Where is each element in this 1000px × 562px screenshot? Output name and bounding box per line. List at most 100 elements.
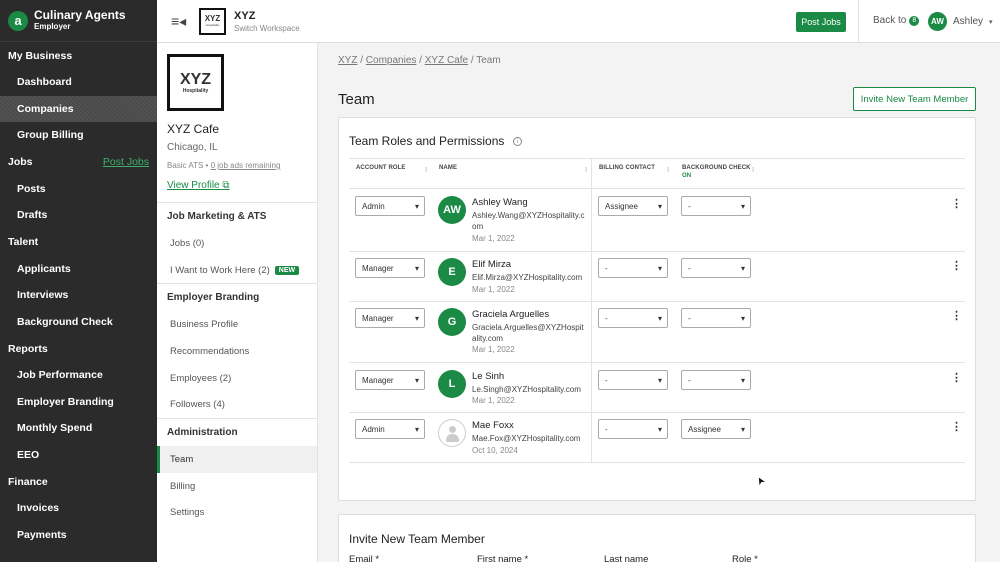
nav-item-drafts[interactable]: Drafts [0,202,157,229]
nav-item-monthly-spend[interactable]: Monthly Spend [0,415,157,442]
nav-item-employer-branding[interactable]: Employer Branding [0,389,157,416]
user-avatar: AW [928,12,947,31]
row-actions-icon[interactable]: ⋮ [951,259,962,272]
workspace-logo[interactable]: XYZ Hospitality [199,7,226,35]
nav-item-eeo[interactable]: EEO [0,442,157,469]
column-header-account-role: ACCOUNT ROLE [356,165,406,171]
nav-item-dashboard[interactable]: Dashboard [0,69,157,96]
nav-item-invoices[interactable]: Invoices [0,495,157,522]
top-bar: ≡◂ XYZ Hospitality XYZ Switch Workspace … [157,0,1000,43]
team-roles-card: Team Roles and Permissions i ACCOUNT ROL… [338,117,976,501]
company-nav-recommendations[interactable]: Recommendations [157,338,317,365]
row-actions-icon[interactable]: ⋮ [951,420,962,433]
billing-contact-select[interactable]: - [598,258,668,278]
first-name-label: First name * [477,554,529,562]
company-logo-text: XYZ [179,70,212,88]
last-name-label: Last name [604,554,649,562]
account-role-select[interactable]: Manager [355,258,425,278]
invite-team-member-button[interactable]: Invite New Team Member [853,87,976,111]
billing-contact-select[interactable]: - [598,370,668,390]
breadcrumb-separator: / [416,55,425,66]
billing-contact-select[interactable]: - [598,308,668,328]
row-divider [349,412,965,413]
default-avatar-icon [438,419,466,447]
nav-section-finance: Finance [8,475,48,488]
row-actions-icon[interactable]: ⋮ [951,309,962,322]
breadcrumb-xyz[interactable]: XYZ [338,55,357,66]
switch-workspace-label: Switch Workspace [234,23,300,33]
account-role-select[interactable]: Manager [355,370,425,390]
breadcrumb-cafe[interactable]: XYZ Cafe [425,55,468,66]
breadcrumb-separator: / [357,55,366,66]
nav-section-jobs: Jobs Post Jobs [0,149,157,176]
background-check-select[interactable]: - [681,370,751,390]
column-resize-handle[interactable]: ⁝ [752,166,754,174]
main-navigation: a Culinary Agents Employer My Business D… [0,0,157,562]
nav-section-jobs-label: Jobs [8,156,33,168]
workspace-logo-text: XYZ [204,14,221,23]
member-email: Le.Singh@XYZHospitality.com [472,385,581,394]
company-nav-jobs[interactable]: Jobs (0) [157,230,317,257]
company-nav-employees[interactable]: Employees (2) [157,365,317,392]
external-link-icon: ⧉ [222,180,230,191]
nav-item-job-performance[interactable]: Job Performance [0,362,157,389]
avatar: L [438,370,466,398]
row-actions-icon[interactable]: ⋮ [951,197,962,210]
company-plan: Basic ATS • 0 job ads remaining [167,161,280,170]
invite-member-title: Invite New Team Member [349,532,485,546]
new-badge: NEW [274,265,300,275]
info-icon[interactable]: i [512,137,522,147]
company-nav-followers[interactable]: Followers (4) [157,391,317,418]
column-resize-handle[interactable]: ⁝ [667,166,669,174]
background-check-select[interactable]: Assignee [681,419,751,439]
table-border [349,158,965,159]
nav-item-applicants[interactable]: Applicants [0,256,157,283]
member-email: Mae.Fox@XYZHospitality.com [472,434,581,443]
background-check-select[interactable]: - [681,308,751,328]
company-nav-business-profile[interactable]: Business Profile [157,311,317,338]
column-divider [591,158,592,463]
nav-item-interviews[interactable]: Interviews [0,282,157,309]
row-actions-icon[interactable]: ⋮ [951,371,962,384]
account-role-select[interactable]: Manager [355,308,425,328]
row-divider [349,251,965,252]
nav-item-group-billing[interactable]: Group Billing [0,122,157,149]
background-check-select[interactable]: - [681,258,751,278]
nav-item-posts[interactable]: Posts [0,176,157,203]
view-profile-link[interactable]: View Profile ⧉ [167,180,230,191]
job-ads-remaining-link[interactable]: 0 job ads remaining [211,161,281,170]
back-to-label: Back to [873,15,907,26]
brand[interactable]: a Culinary Agents Employer [0,0,157,42]
company-nav-settings[interactable]: Settings [157,500,317,527]
email-label: Email * [349,554,380,562]
nav-item-background-check[interactable]: Background Check [0,309,157,336]
billing-contact-select[interactable]: - [598,419,668,439]
company-logo-subtext: Hospitality [182,87,209,94]
company-nav-team[interactable]: Team [157,446,317,473]
billing-contact-select[interactable]: Assignee [598,196,668,216]
company-nav-billing[interactable]: Billing [157,473,317,500]
column-resize-handle[interactable]: ⁝ [425,166,427,174]
nav-post-jobs-link[interactable]: Post Jobs [103,156,149,168]
workspace-switcher[interactable]: XYZ Switch Workspace [234,10,300,33]
column-header-background-check: BACKGROUND CHECK ON [682,165,751,179]
brand-sub: Employer [34,21,71,31]
breadcrumb-companies[interactable]: Companies [366,55,417,66]
back-to-button[interactable]: Back to 8 [873,15,920,26]
account-role-select[interactable]: Admin [355,196,425,216]
chevron-down-icon: ▾ [989,18,993,26]
menu-collapse-icon[interactable]: ≡◂ [171,13,187,30]
account-role-select[interactable]: Admin [355,419,425,439]
company-nav-want-to-work[interactable]: I Want to Work Here (2) NEW [157,257,317,284]
background-check-select[interactable]: - [681,196,751,216]
nav-item-payments[interactable]: Payments [0,522,157,549]
team-roles-title: Team Roles and Permissions i [349,134,522,148]
column-resize-handle[interactable]: ⁝ [585,166,587,174]
user-menu[interactable]: AW Ashley ▾ [928,12,993,31]
company-sidebar: XYZ Hospitality XYZ Cafe Chicago, IL Bas… [157,43,318,562]
company-location: Chicago, IL [167,142,218,153]
section-job-marketing: Job Marketing & ATS [157,202,317,230]
avatar: E [438,258,466,286]
post-jobs-button[interactable]: Post Jobs [796,12,846,32]
nav-item-companies[interactable]: Companies [0,95,157,122]
